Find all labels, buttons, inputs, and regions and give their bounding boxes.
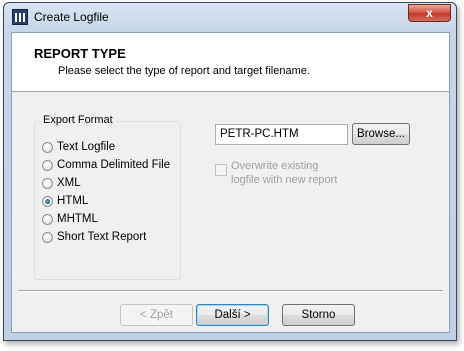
radio-label: MHTML: [57, 213, 98, 225]
export-format-label: Export Format: [40, 114, 116, 126]
overwrite-label-line2: logfile with new report: [231, 174, 338, 186]
radio-text-logfile[interactable]: Text Logfile: [42, 139, 115, 155]
radio-mhtml[interactable]: MHTML: [42, 211, 98, 227]
radio-label: Short Text Report: [57, 231, 147, 243]
radio-button[interactable]: [42, 213, 53, 225]
radio-button[interactable]: [42, 159, 53, 171]
radio-button-selected[interactable]: [42, 195, 53, 207]
next-button[interactable]: Další >: [196, 304, 269, 326]
radio-label: Comma Delimited File: [57, 159, 171, 171]
create-logfile-window: Create Logfile x REPORT TYPE Please sele…: [3, 2, 457, 341]
footer-separator: [18, 290, 443, 292]
cancel-button[interactable]: Storno: [282, 304, 355, 326]
browse-button[interactable]: Browse...: [352, 123, 410, 145]
radio-button[interactable]: [42, 231, 53, 243]
radio-label: HTML: [57, 195, 89, 207]
radio-label: Text Logfile: [57, 141, 116, 153]
close-button[interactable]: x: [408, 4, 451, 22]
radio-html[interactable]: HTML: [42, 193, 88, 209]
radio-xml[interactable]: XML: [42, 175, 81, 191]
overwrite-checkbox[interactable]: [215, 164, 227, 176]
wizard-header: REPORT TYPE Please select the type of re…: [12, 33, 449, 92]
overwrite-label-line1: Overwrite existing: [231, 160, 319, 172]
back-button[interactable]: < Zpět: [120, 304, 193, 326]
radio-button[interactable]: [42, 141, 53, 153]
dialog-body: REPORT TYPE Please select the type of re…: [11, 32, 450, 333]
radio-label: XML: [57, 177, 81, 189]
radio-comma-delimited[interactable]: Comma Delimited File: [42, 157, 170, 173]
filename-input[interactable]: PETR-PC.HTM: [215, 124, 348, 145]
window-title: Create Logfile: [34, 10, 109, 24]
page-title: REPORT TYPE: [34, 46, 126, 61]
title-bar[interactable]: Create Logfile x: [4, 3, 456, 31]
radio-short-text-report[interactable]: Short Text Report: [42, 229, 146, 245]
page-subtitle: Please select the type of report and tar…: [58, 65, 310, 77]
app-icon: [12, 9, 28, 25]
overwrite-label: Overwrite existing logfile with new repo…: [231, 159, 371, 187]
radio-button[interactable]: [42, 177, 53, 189]
